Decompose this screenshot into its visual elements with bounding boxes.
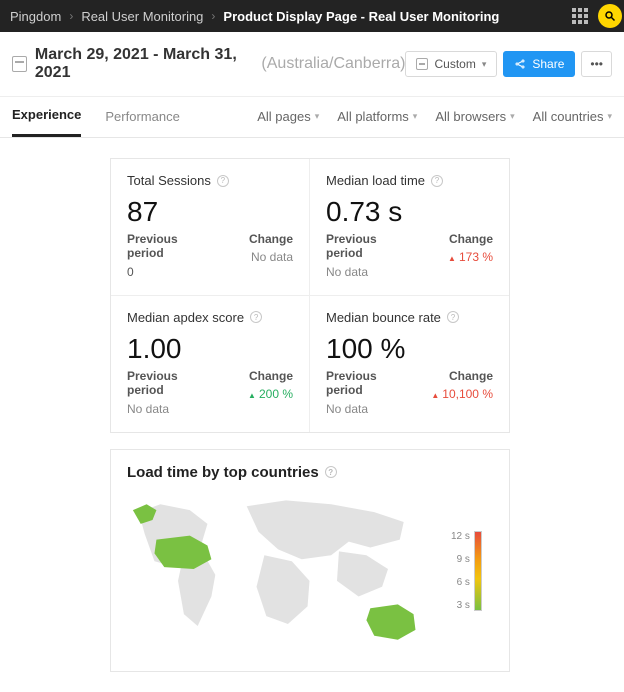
- prev-value: No data: [326, 402, 368, 416]
- card-median-bounce: Median bounce rate? 100 % Previous perio…: [310, 296, 509, 432]
- change-label: Change: [431, 369, 493, 383]
- chevron-right-icon: ›: [211, 9, 215, 23]
- card-title: Total Sessions: [127, 173, 211, 188]
- filter-platforms[interactable]: All platforms ▾: [337, 109, 417, 136]
- prev-label: Previous period: [127, 232, 187, 261]
- prev-value: 0: [127, 265, 134, 279]
- more-icon: •••: [590, 57, 603, 71]
- help-icon[interactable]: ?: [217, 175, 229, 187]
- prev-value: No data: [326, 265, 368, 279]
- legend-3s: 3 s: [451, 600, 470, 611]
- change-label: Change: [248, 369, 293, 383]
- change-label: Change: [448, 232, 493, 246]
- change-value: ▲10,100 %: [431, 387, 493, 401]
- share-icon: [514, 58, 526, 70]
- summary-cards: Total Sessions? 87 Previous period 0 Chan…: [110, 158, 510, 433]
- legend-9s: 9 s: [451, 554, 470, 565]
- card-title: Median apdex score: [127, 310, 244, 325]
- triangle-up-icon: ▲: [248, 391, 256, 400]
- triangle-up-icon: ▲: [431, 391, 439, 400]
- card-value: 1.00: [127, 333, 293, 365]
- change-label: Change: [249, 232, 293, 246]
- date-toolbar: March 29, 2021 - March 31, 2021 (Austral…: [0, 32, 624, 97]
- chevron-down-icon: ▾: [315, 111, 320, 122]
- card-title: Median load time: [326, 173, 425, 188]
- triangle-up-icon: ▲: [448, 254, 456, 263]
- filter-label: All platforms: [337, 109, 409, 124]
- top-breadcrumb-bar: Pingdom › Real User Monitoring › Product…: [0, 0, 624, 32]
- more-button[interactable]: •••: [581, 51, 612, 77]
- timezone-label: (Australia/Canberra): [261, 55, 405, 73]
- search-icon[interactable]: [598, 4, 622, 28]
- tab-performance[interactable]: Performance: [105, 109, 179, 136]
- chevron-down-icon: ▾: [482, 59, 487, 70]
- help-icon[interactable]: ?: [431, 175, 443, 187]
- filter-label: All countries: [533, 109, 604, 124]
- change-value: No data: [251, 250, 293, 264]
- legend-gradient: [474, 531, 482, 611]
- filter-label: All browsers: [435, 109, 506, 124]
- map-legend: 12 s 9 s 6 s 3 s: [451, 531, 493, 611]
- help-icon[interactable]: ?: [250, 311, 262, 323]
- legend-12s: 12 s: [451, 531, 470, 542]
- panel-load-time-by-country: Load time by top countries?: [110, 449, 510, 672]
- legend-6s: 6 s: [451, 577, 470, 588]
- world-map[interactable]: [127, 491, 441, 651]
- prev-label: Previous period: [127, 369, 187, 398]
- breadcrumb-current: Product Display Page - Real User Monitor…: [223, 9, 499, 24]
- custom-label: Custom: [434, 57, 475, 71]
- prev-value: No data: [127, 402, 169, 416]
- chevron-down-icon: ▾: [413, 111, 418, 122]
- calendar-icon: [416, 58, 428, 70]
- chevron-down-icon: ▾: [510, 111, 515, 122]
- card-value: 87: [127, 196, 293, 228]
- card-median-load-time: Median load time? 0.73 s Previous period…: [310, 159, 509, 296]
- calendar-icon[interactable]: [12, 56, 27, 72]
- prev-label: Previous period: [326, 232, 386, 261]
- date-range[interactable]: March 29, 2021 - March 31, 2021: [35, 46, 258, 82]
- breadcrumb-pingdom[interactable]: Pingdom: [10, 9, 61, 24]
- filter-pages[interactable]: All pages ▾: [257, 109, 319, 136]
- card-total-sessions: Total Sessions? 87 Previous period 0 Chan…: [111, 159, 310, 296]
- custom-range-button[interactable]: Custom ▾: [405, 51, 497, 77]
- share-label: Share: [532, 57, 564, 71]
- filter-countries[interactable]: All countries▾: [533, 109, 612, 136]
- share-button[interactable]: Share: [503, 51, 575, 77]
- filter-label: All pages: [257, 109, 310, 124]
- card-value: 100 %: [326, 333, 493, 365]
- filter-browsers[interactable]: All browsers ▾: [435, 109, 514, 136]
- apps-grid-icon[interactable]: [572, 8, 588, 24]
- chevron-right-icon: ›: [69, 9, 73, 23]
- change-value: ▲173 %: [448, 250, 493, 264]
- breadcrumb-rum[interactable]: Real User Monitoring: [81, 9, 203, 24]
- card-value: 0.73 s: [326, 196, 493, 228]
- tab-experience[interactable]: Experience: [12, 107, 81, 137]
- prev-label: Previous period: [326, 369, 386, 398]
- card-title: Median bounce rate: [326, 310, 441, 325]
- chevron-down-icon: ▾: [607, 111, 612, 122]
- change-value: ▲200 %: [248, 387, 293, 401]
- main-content: Total Sessions? 87 Previous period 0 Chan…: [0, 138, 624, 692]
- help-icon[interactable]: ?: [325, 466, 337, 478]
- help-icon[interactable]: ?: [447, 311, 459, 323]
- panel-title: Load time by top countries: [127, 464, 319, 481]
- card-median-apdex: Median apdex score? 1.00 Previous period…: [111, 296, 310, 432]
- subnav-bar: Experience Performance All pages ▾ All pl…: [0, 97, 624, 138]
